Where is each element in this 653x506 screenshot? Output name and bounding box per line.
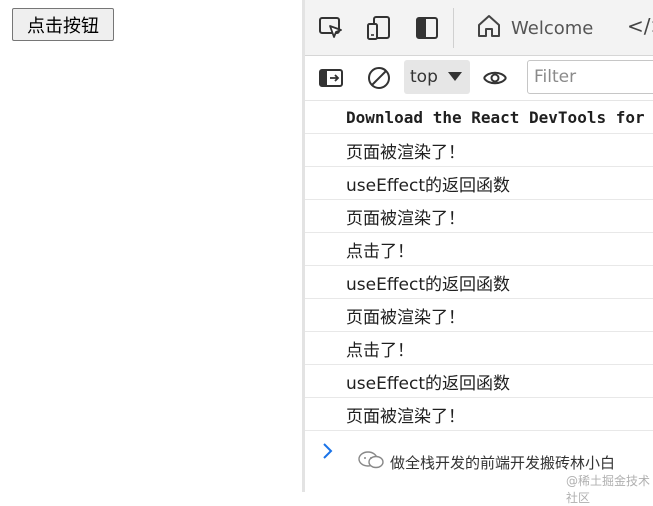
device-toolbar-icon[interactable] xyxy=(365,14,393,42)
clear-console-icon[interactable] xyxy=(365,64,393,92)
devtools-tabbar: Welcome </> xyxy=(305,0,653,56)
console-message: 点击了！ xyxy=(305,233,653,266)
caret-down-icon xyxy=(448,72,462,81)
watermark-subtext: @稀土掘金技术社区 xyxy=(566,474,651,505)
console-sidebar-icon[interactable] xyxy=(317,64,345,92)
live-expression-icon[interactable] xyxy=(481,64,509,92)
toolbar-separator xyxy=(453,8,454,48)
console-message: 页面被渲染了！ xyxy=(305,299,653,332)
tab-welcome-label: Welcome xyxy=(511,17,594,39)
context-value: top xyxy=(410,67,438,87)
console-messages: Download the React DevTools for 页面被渲染了！ … xyxy=(305,101,653,471)
console-message: 点击了！ xyxy=(305,332,653,365)
console-toolbar: top xyxy=(305,56,653,101)
page-viewport: 点击按钮 xyxy=(0,0,302,492)
tab-sources-icon[interactable]: </> xyxy=(627,14,653,42)
console-message: useEffect的返回函数 xyxy=(305,266,653,299)
toggle-drawer-icon[interactable] xyxy=(413,14,441,42)
console-message: 页面被渲染了！ xyxy=(305,398,653,431)
console-message: useEffect的返回函数 xyxy=(305,167,653,200)
devtools-panel: Welcome </> top xyxy=(305,0,653,492)
context-selector[interactable]: top xyxy=(404,60,470,94)
console-message: 页面被渲染了！ xyxy=(305,134,653,167)
filter-input[interactable] xyxy=(527,60,653,94)
watermark-text: 做全栈开发的前端开发搬砖林小白 xyxy=(390,453,616,472)
console-message: useEffect的返回函数 xyxy=(305,365,653,398)
inspect-element-icon[interactable] xyxy=(317,14,345,42)
wechat-icon xyxy=(358,450,384,474)
click-button[interactable]: 点击按钮 xyxy=(12,8,114,41)
chevron-right-icon xyxy=(321,441,335,461)
tab-welcome[interactable]: Welcome xyxy=(475,10,593,46)
watermark: 做全栈开发的前端开发搬砖林小白 xyxy=(358,450,615,474)
home-icon xyxy=(475,12,503,44)
console-message: Download the React DevTools for xyxy=(305,101,653,134)
console-message: 页面被渲染了！ xyxy=(305,200,653,233)
